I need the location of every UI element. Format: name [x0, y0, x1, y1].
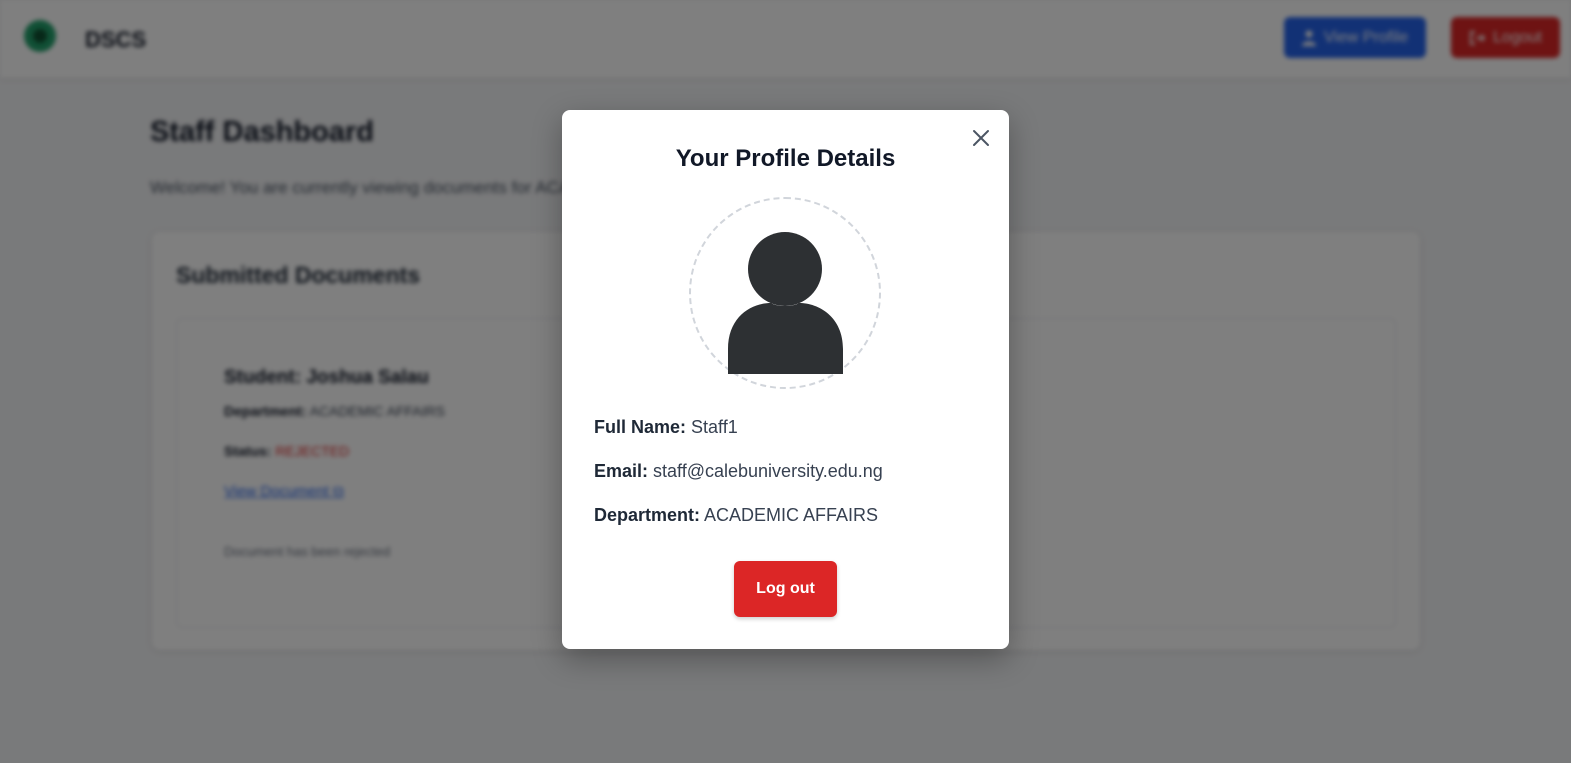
modal-title: Your Profile Details: [675, 145, 896, 172]
avatar: [689, 197, 881, 389]
email-label: Email:: [594, 461, 649, 481]
department-label: Department:: [594, 505, 701, 525]
email-row: Email: staff@calebuniversity.edu.ng: [594, 461, 883, 482]
email-value: staff@calebuniversity.edu.ng: [653, 461, 883, 481]
department-row: Department: ACADEMIC AFFAIRS: [594, 505, 878, 526]
logout-button[interactable]: Log out: [734, 561, 837, 617]
profile-modal: Your Profile Details Full Name: Staff1 E…: [562, 110, 1009, 649]
full-name-label: Full Name:: [594, 417, 687, 437]
department-value: ACADEMIC AFFAIRS: [704, 505, 879, 525]
user-avatar-icon: [728, 232, 843, 374]
full-name-value: Staff1: [691, 417, 738, 437]
full-name-row: Full Name: Staff1: [594, 417, 738, 438]
